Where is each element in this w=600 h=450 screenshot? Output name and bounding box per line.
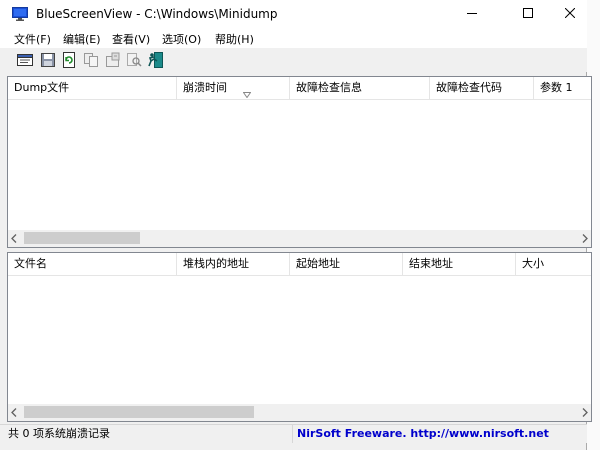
horizontal-scrollbar[interactable] xyxy=(8,230,591,247)
title-bar[interactable]: BlueScreenView - C:\Windows\Minidump xyxy=(0,0,587,28)
menu-file[interactable]: 文件(F) xyxy=(14,31,51,47)
column-header-bugcheck-code[interactable]: 故障检查代码 xyxy=(430,77,534,99)
scrollbar-thumb[interactable] xyxy=(24,406,254,418)
horizontal-scrollbar[interactable] xyxy=(8,404,591,421)
column-header-from-address[interactable]: 起始地址 xyxy=(290,253,403,275)
maximize-icon xyxy=(523,7,533,21)
find-icon[interactable] xyxy=(125,51,143,69)
column-header-dump-file[interactable]: Dump文件 xyxy=(8,77,177,99)
menu-view[interactable]: 查看(V) xyxy=(112,31,150,47)
minimize-button[interactable] xyxy=(449,0,495,28)
column-header-label: 参数 1 xyxy=(540,81,573,94)
status-bar: 共 0 项系统崩溃记录 NirSoft Freeware. http://www… xyxy=(0,424,587,443)
menu-edit[interactable]: 编辑(E) xyxy=(63,31,101,47)
scroll-right-icon[interactable] xyxy=(580,233,590,244)
refresh-icon[interactable] xyxy=(60,51,78,69)
column-header-filename[interactable]: 文件名 xyxy=(8,253,177,275)
menu-options[interactable]: 选项(O) xyxy=(162,31,201,47)
crash-list[interactable]: Dump文件 崩溃时间 故障检查信息 故障检查代码 参数 1 xyxy=(7,76,592,248)
close-button[interactable] xyxy=(547,0,593,28)
scroll-left-icon[interactable] xyxy=(9,233,19,244)
app-window: BlueScreenView - C:\Windows\Minidump 文件(… xyxy=(0,0,592,450)
toolbar xyxy=(0,48,587,72)
copy-icon[interactable] xyxy=(82,51,100,69)
column-header-address-in-stack[interactable]: 堆栈内的地址 xyxy=(177,253,290,275)
menu-help[interactable]: 帮助(H) xyxy=(215,31,254,47)
sort-descending-icon xyxy=(242,84,252,99)
nirsoft-link[interactable]: NirSoft Freeware. http://www.nirsoft.net xyxy=(292,425,582,443)
column-header-label: 故障检查代码 xyxy=(436,81,502,94)
scroll-right-icon[interactable] xyxy=(580,407,590,418)
column-header-label: 文件名 xyxy=(14,257,47,270)
close-icon xyxy=(564,7,576,21)
exit-icon[interactable] xyxy=(146,51,164,69)
save-icon[interactable] xyxy=(39,51,57,69)
window-title: BlueScreenView - C:\Windows\Minidump xyxy=(36,7,278,21)
column-header-crash-time[interactable]: 崩溃时间 xyxy=(177,77,290,99)
minimize-icon xyxy=(467,8,477,21)
properties-icon[interactable] xyxy=(104,51,122,69)
column-header-label: 大小 xyxy=(522,257,544,270)
column-header-label: Dump文件 xyxy=(14,81,70,94)
column-header-bugcheck-string[interactable]: 故障检查信息 xyxy=(290,77,430,99)
scroll-left-icon[interactable] xyxy=(9,407,19,418)
column-header-label: 故障检查信息 xyxy=(296,81,362,94)
column-header-label: 堆栈内的地址 xyxy=(183,257,249,270)
app-monitor-icon xyxy=(12,7,28,21)
scrollbar-thumb[interactable] xyxy=(24,232,140,244)
column-header-label: 结束地址 xyxy=(409,257,453,270)
crash-list-header: Dump文件 崩溃时间 故障检查信息 故障检查代码 参数 1 xyxy=(8,77,591,100)
menu-bar: 文件(F) 编辑(E) 查看(V) 选项(O) 帮助(H) xyxy=(0,28,587,48)
driver-list-header: 文件名 堆栈内的地址 起始地址 结束地址 大小 xyxy=(8,253,591,276)
column-header-parameter-1[interactable]: 参数 1 xyxy=(534,77,591,99)
status-count: 共 0 项系统崩溃记录 xyxy=(8,427,110,440)
column-header-label: 起始地址 xyxy=(296,257,340,270)
column-header-to-address[interactable]: 结束地址 xyxy=(403,253,516,275)
column-header-size[interactable]: 大小 xyxy=(516,253,591,275)
maximize-button[interactable] xyxy=(505,0,551,28)
report-icon[interactable] xyxy=(16,51,34,69)
driver-list[interactable]: 文件名 堆栈内的地址 起始地址 结束地址 大小 xyxy=(7,252,592,422)
column-header-label: 崩溃时间 xyxy=(183,81,227,94)
